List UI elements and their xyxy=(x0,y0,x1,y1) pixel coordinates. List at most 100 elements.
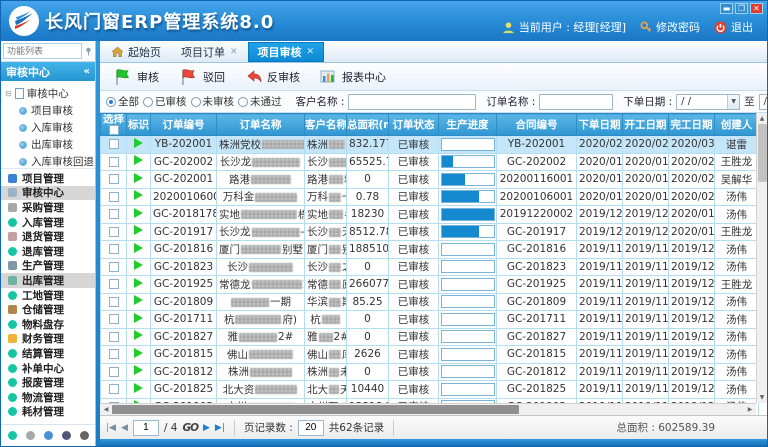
radio-未通过[interactable]: 未通过 xyxy=(238,94,286,109)
tab-起始页[interactable]: 起始页 xyxy=(102,42,171,62)
row-checkbox[interactable] xyxy=(109,244,119,254)
radio-未审核[interactable]: 未审核 xyxy=(191,94,239,109)
go-button[interactable]: GO xyxy=(182,422,198,434)
sidebar-module-财务管理[interactable]: 财务管理 xyxy=(1,332,95,347)
sidebar-module-工地管理[interactable]: 工地管理 xyxy=(1,288,95,303)
tab-项目审核[interactable]: 项目审核✕ xyxy=(248,42,325,62)
sidebar-module-结算管理[interactable]: 结算管理 xyxy=(1,346,95,361)
toolbar-button-审核[interactable]: 审核 xyxy=(108,64,170,90)
row-select-cell[interactable] xyxy=(101,346,127,364)
row-checkbox[interactable] xyxy=(109,262,119,272)
tree-item-出库审核[interactable]: 出库审核 xyxy=(5,136,95,153)
row-checkbox[interactable] xyxy=(109,209,119,219)
vertical-scrollbar[interactable]: ▲ ▼ xyxy=(756,113,767,403)
pen-icon[interactable] xyxy=(44,431,53,440)
tree-item-入库审核[interactable]: 入库审核 xyxy=(5,119,95,136)
row-select-cell[interactable] xyxy=(101,381,127,399)
table-row[interactable]: GC-201816厦门别墅厦门别墅188510.818已审核GC-2018162… xyxy=(101,241,759,259)
row-select-cell[interactable] xyxy=(101,188,127,206)
row-checkbox[interactable] xyxy=(109,227,119,237)
table-row[interactable]: 20200106001万科金万科一期0.78已审核202001060012020… xyxy=(101,188,759,206)
order-name-input[interactable] xyxy=(539,94,613,110)
column-header-订单状态[interactable]: 订单状态 xyxy=(389,114,439,136)
order-date-from-picker[interactable]: / /▼ xyxy=(676,94,740,110)
table-row[interactable]: YB-202001株洲党校株洲员..832.177已审核YB-202001202… xyxy=(101,136,759,154)
tree-root-audit-center[interactable]: ⊟ 审核中心 xyxy=(5,84,95,102)
pin-icon[interactable] xyxy=(84,47,93,56)
customer-name-input[interactable] xyxy=(348,94,476,110)
row-select-cell[interactable] xyxy=(101,153,127,171)
sidebar-module-采购管理[interactable]: 采购管理 xyxy=(1,200,95,215)
column-header-订单编号[interactable]: 订单编号 xyxy=(151,114,217,136)
overflow-icon[interactable] xyxy=(80,431,89,440)
table-row[interactable]: GC-201711杭府)杭0已审核GC-2017112019/11/202019… xyxy=(101,311,759,329)
row-select-cell[interactable] xyxy=(101,363,127,381)
table-row[interactable]: GC-201925常德龙10常德原..266077.835..已审核GC-201… xyxy=(101,276,759,294)
row-select-cell[interactable] xyxy=(101,223,127,241)
sidebar-module-入库管理[interactable]: 入库管理 xyxy=(1,215,95,230)
table-row[interactable]: GC-201825北大资北大天..10440已审核GC-2018252019/1… xyxy=(101,381,759,399)
column-header-订单名称[interactable]: 订单名称 xyxy=(217,114,305,136)
row-select-cell[interactable] xyxy=(101,241,127,259)
row-checkbox[interactable] xyxy=(109,349,119,359)
sidebar-module-报废管理[interactable]: 报废管理 xyxy=(1,375,95,390)
row-select-cell[interactable] xyxy=(101,171,127,189)
sidebar-module-生产管理[interactable]: 生产管理 xyxy=(1,259,95,274)
column-header-标识[interactable]: 标识 xyxy=(127,114,151,136)
sidebar-module-仓储管理[interactable]: 仓储管理 xyxy=(1,302,95,317)
column-header-客户名称[interactable]: 客户名称 xyxy=(305,114,347,136)
column-header-创建人[interactable]: 创建人 xyxy=(715,114,759,136)
last-page-button[interactable]: ▶| xyxy=(215,423,225,433)
tab-close-icon[interactable]: ✕ xyxy=(230,47,238,57)
sidebar-module-物料盘存[interactable]: 物料盘存 xyxy=(1,317,95,332)
page-size-input[interactable] xyxy=(298,420,324,436)
row-checkbox[interactable] xyxy=(109,157,119,167)
row-select-cell[interactable] xyxy=(101,258,127,276)
table-row[interactable]: GC-202002长沙龙长沙..65525.7200..已审核GC-202002… xyxy=(101,153,759,171)
row-checkbox[interactable] xyxy=(109,139,119,149)
change-password-button[interactable]: 修改密码 xyxy=(640,19,700,35)
table-row[interactable]: GC-201812株洲株洲未来0已审核GC-2018122019/11/2020… xyxy=(101,363,759,381)
sidebar-module-耗材管理[interactable]: 耗材管理 xyxy=(1,405,95,420)
tree-item-项目审核[interactable]: 项目审核 xyxy=(5,102,95,119)
row-select-cell[interactable] xyxy=(101,276,127,294)
first-page-button[interactable]: |◀ xyxy=(106,423,116,433)
toolbar-button-反审核[interactable]: 反审核 xyxy=(240,65,311,89)
sidebar-module-退库管理[interactable]: 退库管理 xyxy=(1,244,95,259)
column-header-开工日期[interactable]: 开工日期 xyxy=(623,114,669,136)
sidebar-module-补单中心[interactable]: 补单中心 xyxy=(1,361,95,376)
row-checkbox[interactable] xyxy=(109,297,119,307)
table-row[interactable]: GC-201815佛山佛山库2626已审核GC-2018152019/11/20… xyxy=(101,346,759,364)
row-select-cell[interactable] xyxy=(101,206,127,224)
column-header-选择[interactable]: 选择 xyxy=(101,114,127,136)
row-checkbox[interactable] xyxy=(109,279,119,289)
minimize-button[interactable]: ▬ xyxy=(720,3,733,14)
table-row[interactable]: GC-202001路港路港墙0已审核202001160012020/01/162… xyxy=(101,171,759,189)
tab-close-icon[interactable]: ✕ xyxy=(307,47,315,57)
row-select-cell[interactable] xyxy=(101,293,127,311)
row-checkbox[interactable] xyxy=(109,384,119,394)
column-header-生产进度[interactable]: 生产进度 xyxy=(439,114,497,136)
cart-icon[interactable] xyxy=(26,431,35,440)
horizontal-scrollbar[interactable]: ◀ ▶ xyxy=(100,403,756,415)
table-row[interactable]: GC-2018178实地栋实地#..18230已审核20191220002201… xyxy=(101,206,759,224)
sidebar-module-出库管理[interactable]: 出库管理 xyxy=(1,273,95,288)
select-all-checkbox[interactable] xyxy=(109,125,119,135)
row-checkbox[interactable] xyxy=(109,314,119,324)
toolbar-button-报表中心[interactable]: 报表中心 xyxy=(315,65,397,89)
radio-已审核[interactable]: 已审核 xyxy=(143,94,191,109)
row-checkbox[interactable] xyxy=(109,174,119,184)
toolbar-button-驳回[interactable]: 驳回 xyxy=(174,64,236,90)
table-row[interactable]: GC-201823长沙长沙之..0已审核GC-2018232019/11/272… xyxy=(101,258,759,276)
row-checkbox[interactable] xyxy=(109,192,119,202)
sidebar-module-审核中心[interactable]: 审核中心 xyxy=(1,186,95,201)
book-icon[interactable] xyxy=(62,431,71,440)
row-select-cell[interactable] xyxy=(101,311,127,329)
maximize-button[interactable]: ❐ xyxy=(735,3,748,14)
table-row[interactable]: GC-201917长沙龙-2#长沙天..8512.78600..已审核GC-20… xyxy=(101,223,759,241)
close-button[interactable]: ✕ xyxy=(750,3,763,14)
column-header-合同编号[interactable]: 合同编号 xyxy=(497,114,577,136)
column-header-下单日期[interactable]: 下单日期 xyxy=(577,114,623,136)
column-header-完工日期[interactable]: 完工日期 xyxy=(669,114,715,136)
row-checkbox[interactable] xyxy=(109,367,119,377)
